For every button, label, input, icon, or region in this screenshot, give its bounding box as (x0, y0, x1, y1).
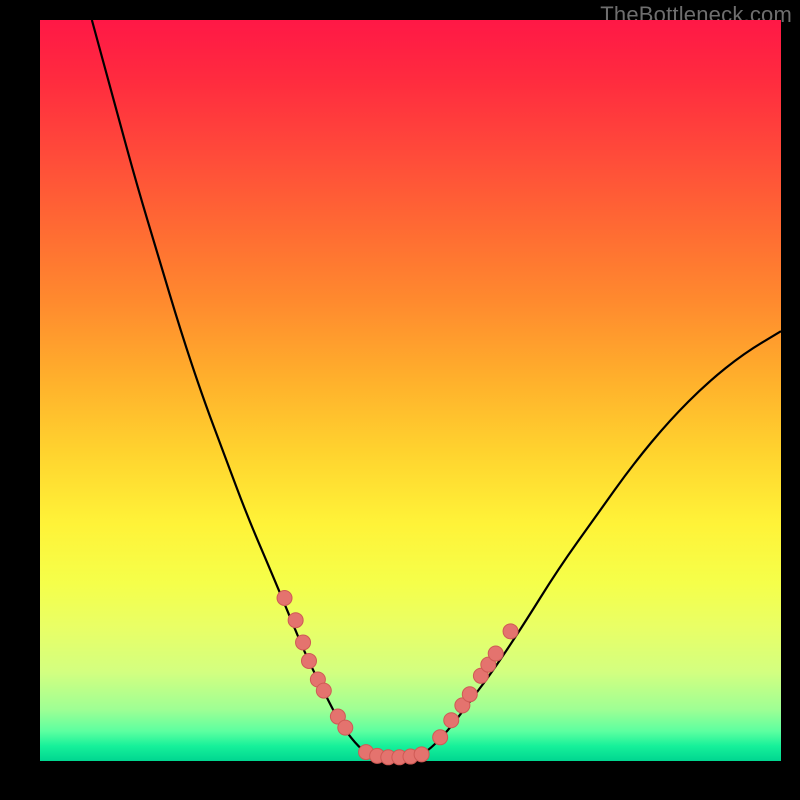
sample-marker (301, 653, 316, 668)
sample-marker (414, 747, 429, 762)
sample-markers (277, 590, 518, 764)
sample-marker (296, 635, 311, 650)
sample-marker (433, 730, 448, 745)
sample-marker (338, 720, 353, 735)
sample-marker (277, 590, 292, 605)
curve-layer (40, 20, 781, 761)
sample-marker (488, 646, 503, 661)
sample-marker (503, 624, 518, 639)
sample-marker (462, 687, 477, 702)
bottleneck-curve (92, 20, 781, 758)
plot-area (40, 20, 781, 761)
chart-stage: TheBottleneck.com (0, 0, 800, 800)
sample-marker (316, 683, 331, 698)
sample-marker (288, 613, 303, 628)
sample-marker (444, 713, 459, 728)
